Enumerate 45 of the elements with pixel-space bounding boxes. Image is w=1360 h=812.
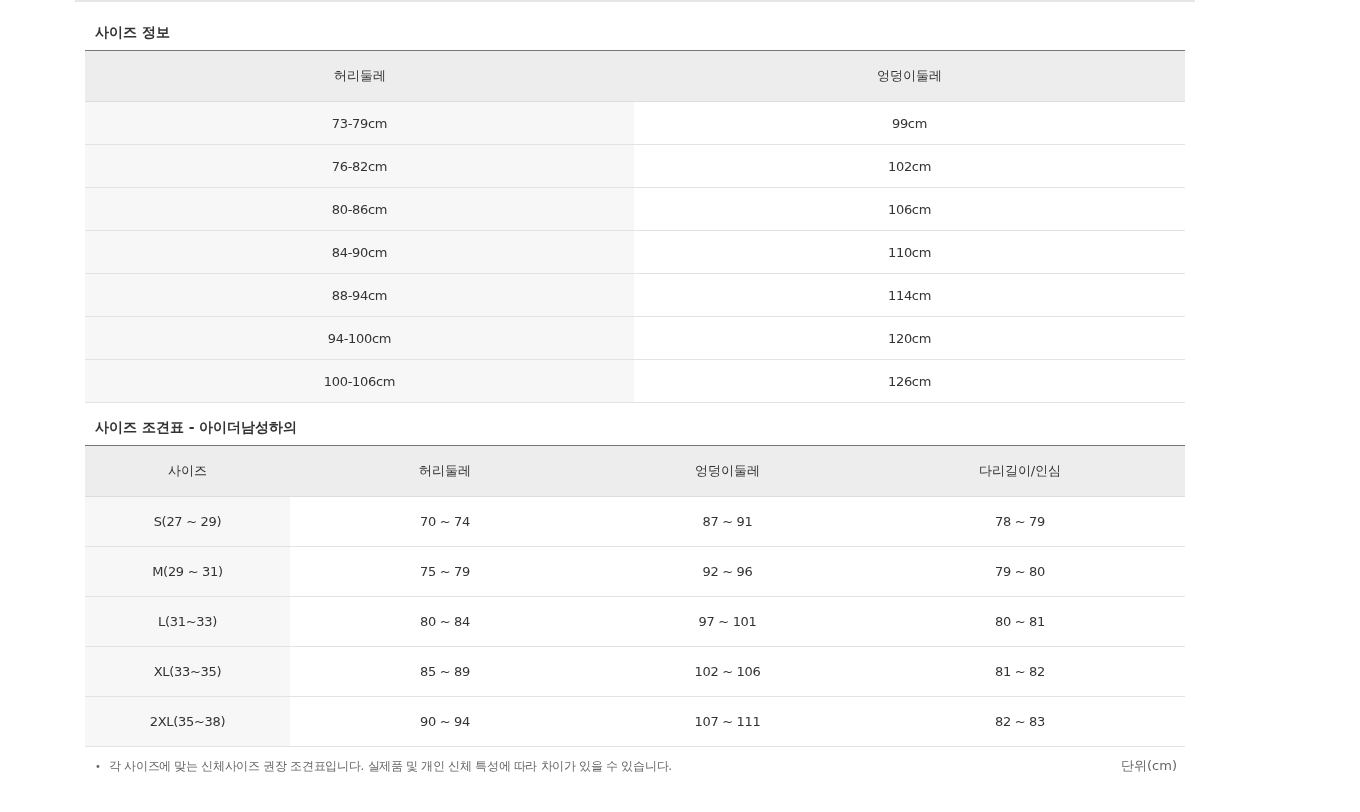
table-cell: 90 ~ 94 [290, 697, 600, 747]
table-cell: 87 ~ 91 [600, 497, 855, 547]
table-cell: 99cm [634, 102, 1185, 145]
table-title: 사이즈 정보 [95, 24, 170, 42]
table-cell: 100-106cm [85, 360, 634, 403]
table-cell: 92 ~ 96 [600, 547, 855, 597]
table-cell: 80 ~ 81 [855, 597, 1185, 647]
table-cell: 107 ~ 111 [600, 697, 855, 747]
table-title: 사이즈 조견표 - 아이더남성하의 [95, 419, 298, 437]
table-cell: 81 ~ 82 [855, 647, 1185, 697]
table-cell: 106cm [634, 188, 1185, 231]
table-cell: 75 ~ 79 [290, 547, 600, 597]
table-cell: M(29 ~ 31) [85, 547, 290, 597]
table-cell: S(27 ~ 29) [85, 497, 290, 547]
table-cell: 2XL(35~38) [85, 697, 290, 747]
table-cell: 85 ~ 89 [290, 647, 600, 697]
table-cell: 110cm [634, 231, 1185, 274]
table-cell: 82 ~ 83 [855, 697, 1185, 747]
table-cell: 102 ~ 106 [600, 647, 855, 697]
table-cell: XL(33~35) [85, 647, 290, 697]
table-cell: 78 ~ 79 [855, 497, 1185, 547]
table-cell: 73-79cm [85, 102, 634, 145]
table-cell: 102cm [634, 145, 1185, 188]
table-cell: 88-94cm [85, 274, 634, 317]
table-cell: 97 ~ 101 [600, 597, 855, 647]
table-cell: 84-90cm [85, 231, 634, 274]
column-header: 허리둘레 [290, 446, 600, 497]
column-header: 다리길이/인심 [855, 446, 1185, 497]
column-header: 허리둘레 [85, 51, 634, 102]
table-cell: 120cm [634, 317, 1185, 360]
table-cell: 80 ~ 84 [290, 597, 600, 647]
column-header: 엉덩이둘레 [600, 446, 855, 497]
table-cell: L(31~33) [85, 597, 290, 647]
table-cell: 126cm [634, 360, 1185, 403]
table-cell: 79 ~ 80 [855, 547, 1185, 597]
unit-label: 단위(cm) [1121, 757, 1177, 775]
table-cell: 76-82cm [85, 145, 634, 188]
footnote-text: 각 사이즈에 맞는 신체사이즈 권장 조견표입니다. 실제품 및 개인 신체 특성에 따라 차이가 있을 수 있습니다. [108, 757, 673, 775]
table-cell: 114cm [634, 274, 1185, 317]
table-cell: 70 ~ 74 [290, 497, 600, 547]
table-cell: 94-100cm [85, 317, 634, 360]
table-cell: 80-86cm [85, 188, 634, 231]
column-header: 사이즈 [85, 446, 290, 497]
bullet-mark: • [95, 760, 101, 772]
column-header: 엉덩이둘레 [634, 51, 1185, 102]
